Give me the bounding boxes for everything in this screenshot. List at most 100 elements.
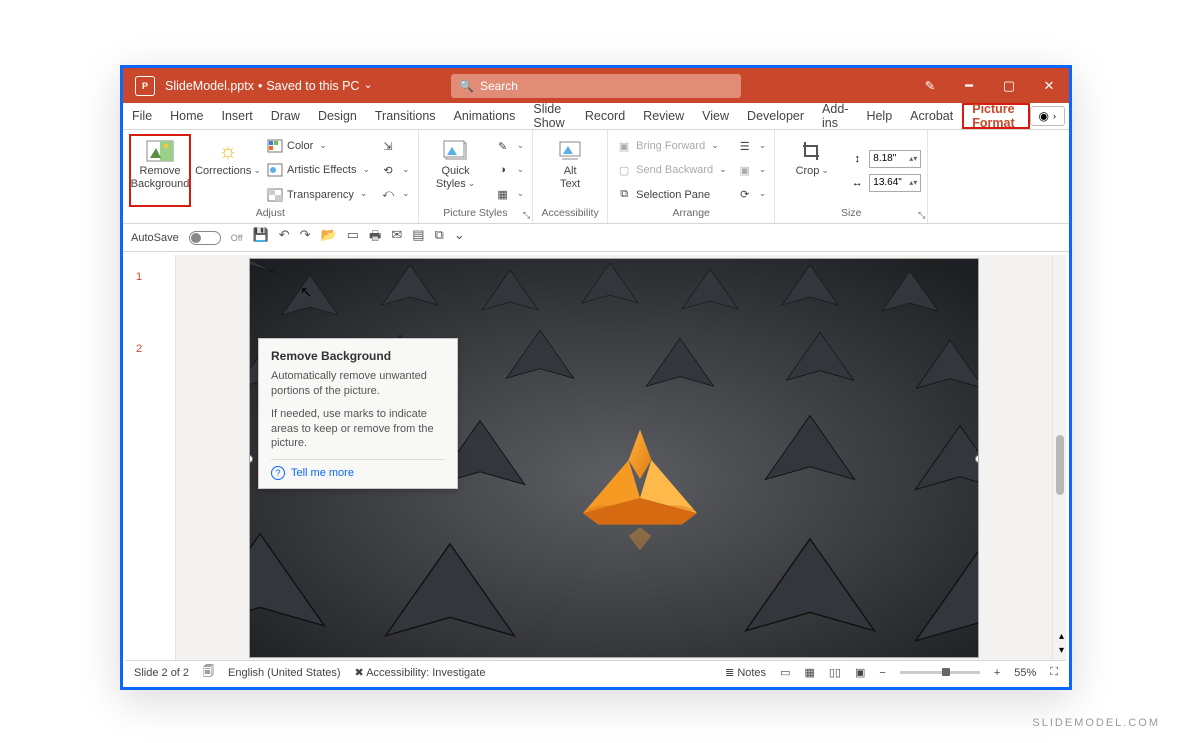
autosave-toggle[interactable] <box>189 231 221 245</box>
bring-forward-icon: ▣ <box>616 138 632 154</box>
transparency-button[interactable]: Transparency <box>265 184 372 205</box>
tab-acrobat[interactable]: Acrobat <box>901 103 962 129</box>
search-input[interactable]: 🔍 Search <box>451 74 741 98</box>
tooltip-desc-2: If needed, use marks to indicate areas t… <box>271 407 445 452</box>
tab-transitions[interactable]: Transitions <box>366 103 445 129</box>
email-icon[interactable]: ✉ <box>391 227 402 249</box>
send-backward-button[interactable]: ▢Send Backward <box>614 160 729 181</box>
width-input[interactable]: 13.64"▴▾ <box>869 174 921 192</box>
remove-background-label: Remove Background <box>131 165 190 190</box>
reset-icon: ⤺ <box>380 187 396 203</box>
notes-button[interactable]: ≣ Notes <box>725 666 766 679</box>
tab-design[interactable]: Design <box>309 103 366 129</box>
slideshow-view-icon[interactable]: ▣ <box>855 666 865 679</box>
quick-access-toolbar: AutoSave Off 💾 ↶ ↷ 📂 ▭ 🖶 ✉ ▤ ⧉ ⌄ <box>123 224 1069 252</box>
scroll-up-icon[interactable]: ▴ <box>1059 631 1064 642</box>
redo-icon[interactable]: ↷ <box>300 227 311 249</box>
accessibility-status[interactable]: ✖ Accessibility: Investigate <box>355 666 486 679</box>
align-button[interactable]: ☰ <box>735 136 769 157</box>
present-icon[interactable]: ▤ <box>412 227 424 249</box>
open-icon[interactable]: 📂 <box>321 227 337 249</box>
cursor-icon: ↖ <box>300 283 313 301</box>
selection-pane-icon: ⧉ <box>616 187 632 203</box>
tab-record[interactable]: Record <box>576 103 634 129</box>
undo-icon[interactable]: ↶ <box>279 227 290 249</box>
artistic-icon <box>267 162 283 178</box>
bring-forward-button[interactable]: ▣Bring Forward <box>614 136 729 157</box>
new-icon[interactable]: ▭ <box>347 227 359 249</box>
size-launcher-icon[interactable]: ⤡ <box>918 210 925 221</box>
minimize-button[interactable]: ━ <box>949 68 989 103</box>
slide-counter[interactable]: Slide 2 of 2 <box>134 667 189 679</box>
selection-pane-button[interactable]: ⧉Selection Pane <box>614 184 729 205</box>
zoom-out-button[interactable]: − <box>879 667 885 679</box>
zoom-slider[interactable] <box>900 671 980 674</box>
close-button[interactable]: ✕ <box>1029 68 1069 103</box>
tab-slideshow[interactable]: Slide Show <box>524 103 576 129</box>
thumb-2[interactable]: 2 <box>126 343 175 355</box>
tab-animations[interactable]: Animations <box>445 103 525 129</box>
picture-styles-launcher-icon[interactable]: ⤡ <box>523 210 530 221</box>
crop-button[interactable]: Crop <box>781 134 843 207</box>
zoom-in-button[interactable]: + <box>994 667 1000 679</box>
file-name: SlideModel.pptx <box>165 79 254 93</box>
camera-button[interactable]: ◉› <box>1030 106 1065 126</box>
rotate-button[interactable]: ⟳ <box>735 184 769 205</box>
send-backward-icon: ▢ <box>616 162 632 178</box>
notes-indicator-icon[interactable]: 🗐 <box>203 663 214 682</box>
thumb-1[interactable]: 1 <box>126 271 175 283</box>
scrollbar-thumb[interactable] <box>1056 435 1064 495</box>
save-icon[interactable]: 💾 <box>253 227 269 249</box>
language-status[interactable]: English (United States) <box>228 667 341 679</box>
normal-view-icon[interactable]: ▭ <box>780 666 790 679</box>
remove-background-tooltip: Remove Background Automatically remove u… <box>258 338 458 489</box>
maximize-button[interactable]: ▢ <box>989 68 1029 103</box>
artistic-effects-button[interactable]: Artistic Effects <box>265 160 372 181</box>
alt-text-button[interactable]: Alt Text <box>539 134 601 207</box>
vertical-scrollbar[interactable]: ▴ ▾ <box>1052 255 1066 660</box>
picture-border-button[interactable]: ✎ <box>493 136 527 157</box>
sorter-view-icon[interactable]: ▦ <box>804 666 814 679</box>
tell-me-more-link[interactable]: ? Tell me more <box>271 459 445 480</box>
quick-styles-button[interactable]: Quick Styles <box>425 134 487 207</box>
print-icon[interactable]: 🖶 <box>369 227 381 249</box>
tab-insert[interactable]: Insert <box>213 103 262 129</box>
tab-help[interactable]: Help <box>857 103 901 129</box>
more-icon[interactable]: ⌄ <box>454 227 465 249</box>
remove-background-button[interactable]: Remove Background <box>129 134 191 207</box>
tab-view[interactable]: View <box>693 103 738 129</box>
ribbon: Remove Background ☼ Corrections Color Ar… <box>123 130 1069 224</box>
crop-icon <box>798 139 826 163</box>
group-button[interactable]: ▣ <box>735 160 769 181</box>
resize-handle-right[interactable] <box>975 455 979 463</box>
scroll-down-icon[interactable]: ▾ <box>1059 645 1064 656</box>
reset-picture-button[interactable]: ⤺ <box>378 184 412 205</box>
picture-layout-button[interactable]: ▦ <box>493 184 527 205</box>
tab-developer[interactable]: Developer <box>738 103 813 129</box>
tab-file[interactable]: File <box>123 103 161 129</box>
change-picture-icon: ⟲ <box>380 162 396 178</box>
tab-review[interactable]: Review <box>634 103 693 129</box>
tab-home[interactable]: Home <box>161 103 212 129</box>
transparency-icon <box>267 187 283 203</box>
reading-view-icon[interactable]: ▯▯ <box>829 666 841 679</box>
eyedropper-icon[interactable]: ✎ <box>911 78 949 93</box>
effects-icon: ◑ <box>495 162 511 178</box>
tab-addins[interactable]: Add-ins <box>813 103 857 129</box>
fit-window-icon[interactable]: ⛶ <box>1050 666 1058 679</box>
tab-picture-format[interactable]: Picture Format <box>962 103 1029 129</box>
color-button[interactable]: Color <box>265 136 372 157</box>
help-icon: ? <box>271 466 285 480</box>
save-state[interactable]: Saved to this PC <box>266 79 372 93</box>
corrections-button[interactable]: ☼ Corrections <box>197 134 259 207</box>
height-input[interactable]: 8.18"▴▾ <box>869 150 921 168</box>
zoom-level[interactable]: 55% <box>1014 667 1036 679</box>
tab-draw[interactable]: Draw <box>262 103 309 129</box>
watermark: SLIDEMODEL.COM <box>1032 717 1160 729</box>
change-picture-button[interactable]: ⟲ <box>378 160 412 181</box>
rotate-icon: ⟳ <box>737 187 753 203</box>
remove-background-icon <box>146 139 174 163</box>
picture-effects-button[interactable]: ◑ <box>493 160 527 181</box>
copy-icon[interactable]: ⧉ <box>435 227 444 249</box>
compress-pictures-button[interactable]: ⇲ <box>378 136 412 157</box>
